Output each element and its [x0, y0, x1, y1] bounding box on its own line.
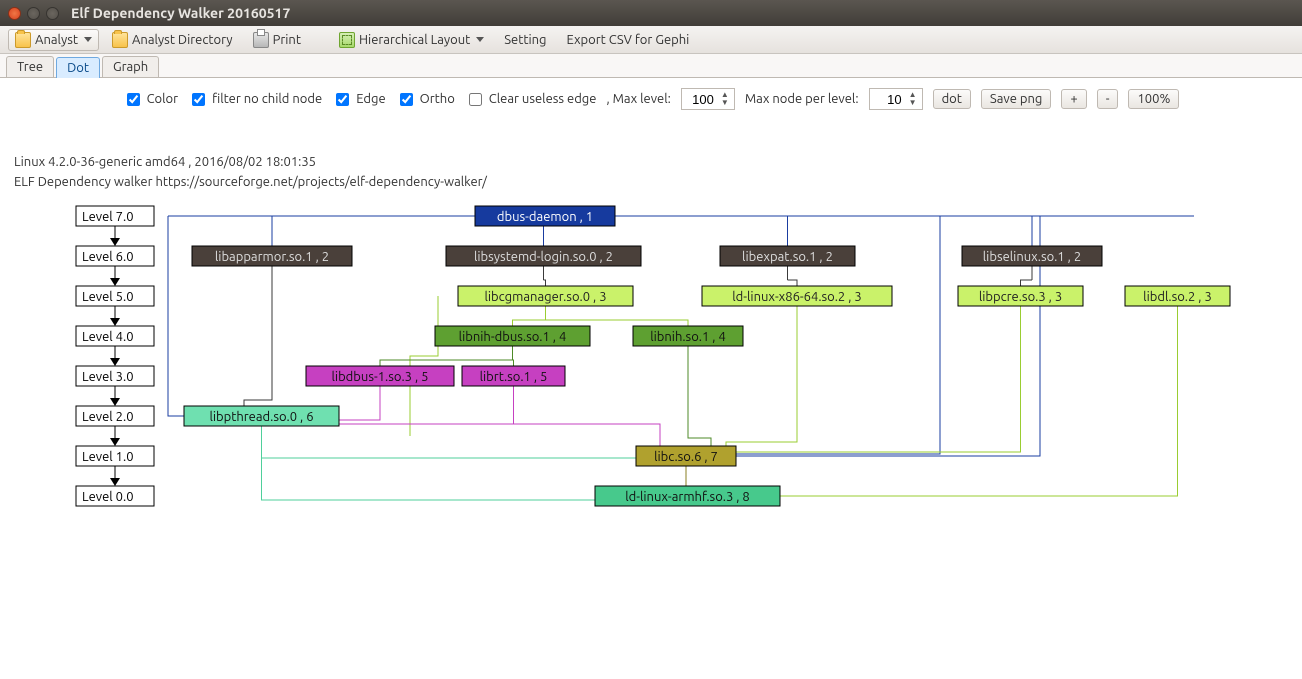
graph-node[interactable]: ld-linux-x86-64.so.2 , 3: [732, 290, 862, 304]
svg-text:Level 3.0: Level 3.0: [82, 370, 134, 384]
tab-graph[interactable]: Graph: [102, 56, 159, 77]
export-csv-button[interactable]: Export CSV for Gephi: [560, 30, 697, 50]
layout-icon: [339, 32, 355, 48]
setting-label: Setting: [504, 33, 546, 47]
print-button[interactable]: Print: [246, 29, 308, 51]
graph-node[interactable]: ld-linux-armhf.so.3 , 8: [625, 490, 750, 504]
chevron-down-icon: [476, 37, 484, 42]
svg-text:Level 4.0: Level 4.0: [82, 330, 134, 344]
graph-node[interactable]: libapparmor.so.1 , 2: [215, 250, 329, 264]
graph-node[interactable]: libsystemd-login.so.0 , 2: [474, 250, 613, 264]
graph-node[interactable]: libcgmanager.so.0 , 3: [484, 290, 606, 304]
print-label: Print: [273, 33, 301, 47]
dot-panel: Color filter no child node Edge Ortho Cl…: [0, 78, 1302, 675]
svg-text:Level 0.0: Level 0.0: [82, 490, 134, 504]
analyst-dir-label: Analyst Directory: [132, 33, 233, 47]
setting-button[interactable]: Setting: [497, 30, 553, 50]
window-titlebar: Elf Dependency Walker 20160517: [0, 0, 1302, 26]
graph-node[interactable]: libpcre.so.3 , 3: [979, 290, 1062, 304]
graph-node[interactable]: libpthread.so.0 , 6: [209, 410, 313, 424]
close-icon[interactable]: [8, 7, 21, 20]
graph-node[interactable]: libdl.so.2 , 3: [1143, 290, 1212, 304]
layout-menu-button[interactable]: Hierarchical Layout: [332, 29, 491, 51]
svg-text:Level 2.0: Level 2.0: [82, 410, 134, 424]
graph-node[interactable]: libnih.so.1 , 4: [650, 330, 726, 344]
svg-text:Level 5.0: Level 5.0: [82, 290, 134, 304]
tab-tree[interactable]: Tree: [6, 56, 54, 77]
analyst-label: Analyst: [35, 33, 78, 47]
svg-text:Level 7.0: Level 7.0: [82, 210, 134, 224]
graph-node[interactable]: libselinux.so.1 , 2: [983, 250, 1081, 264]
folder-icon: [112, 32, 128, 48]
chevron-down-icon: [84, 37, 92, 42]
svg-text:Level 6.0: Level 6.0: [82, 250, 134, 264]
graph-node[interactable]: libnih-dbus.so.1 , 4: [459, 330, 567, 344]
layout-label: Hierarchical Layout: [359, 33, 470, 47]
analyst-directory-button[interactable]: Analyst Directory: [105, 29, 240, 51]
folder-icon: [15, 32, 31, 48]
tabstrip: Tree Dot Graph: [0, 54, 1302, 78]
window-title: Elf Dependency Walker 20160517: [71, 5, 290, 21]
svg-text:Level 1.0: Level 1.0: [82, 450, 134, 464]
minimize-icon[interactable]: [27, 7, 40, 20]
printer-icon: [253, 32, 269, 48]
graph-node[interactable]: libdbus-1.so.3 , 5: [332, 370, 429, 384]
analyst-menu-button[interactable]: Analyst: [8, 29, 99, 51]
maximize-icon[interactable]: [46, 7, 59, 20]
tab-dot[interactable]: Dot: [56, 57, 100, 78]
graph-node[interactable]: libexpat.so.1 , 2: [742, 250, 833, 264]
graph-node[interactable]: librt.so.1 , 5: [480, 370, 548, 384]
main-toolbar: Analyst Analyst Directory Print Hierarch…: [0, 26, 1302, 54]
graph-node[interactable]: libc.so.6 , 7: [654, 450, 718, 464]
graph-node[interactable]: dbus-daemon , 1: [497, 210, 593, 224]
export-label: Export CSV for Gephi: [567, 33, 690, 47]
dependency-graph[interactable]: Level 7.0 Level 6.0 Level 5.0 Level 4.0 Leve…: [0, 78, 1302, 675]
